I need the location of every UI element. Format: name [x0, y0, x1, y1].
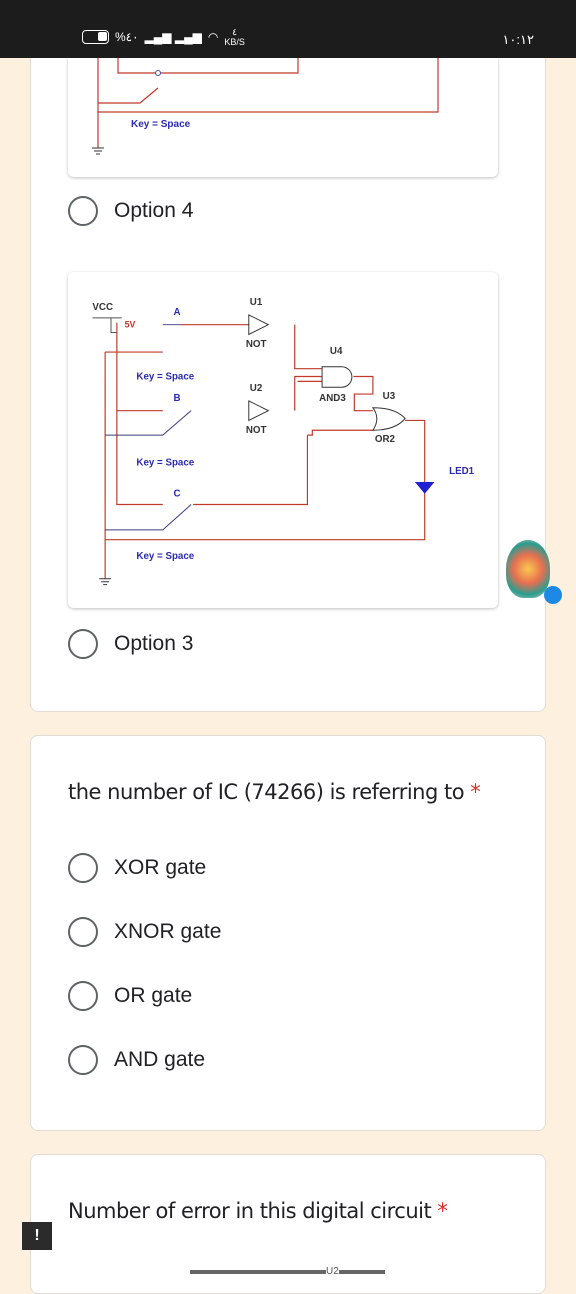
option-4[interactable]: Option 4 [68, 196, 193, 226]
not-label-2: NOT [246, 425, 267, 436]
u2-label: U2 [250, 383, 263, 394]
or2-label: OR2 [375, 434, 396, 445]
question-text: Number of error in this digital circuit [68, 1199, 432, 1223]
required-marker: * [437, 1199, 448, 1223]
wifi-icon: ◠ [207, 30, 219, 44]
led-label: LED1 [449, 466, 475, 477]
circuit-image-partial [190, 1270, 385, 1274]
u4-label: U4 [330, 346, 343, 357]
network-speed: ٤ KB/S [224, 27, 245, 47]
radio-button[interactable] [68, 853, 98, 883]
battery-percent: %٤٠ [115, 30, 139, 44]
radio-button[interactable] [68, 629, 98, 659]
vcc-label: VCC [92, 302, 113, 313]
question-title: Number of error in this digital circuit … [68, 1199, 448, 1223]
key-label-c: Key = Space [136, 551, 194, 562]
key-label-a: Key = Space [136, 371, 194, 382]
voltage-label: 5V [125, 320, 136, 330]
option-label: Option 4 [114, 199, 194, 222]
alert-icon[interactable]: ! [22, 1222, 52, 1250]
question-title: the number of IC (74266) is referring to… [68, 780, 481, 804]
circuit-image-option-3: VCC 5V A B C Key = Space Key = Space Key… [68, 272, 498, 608]
battery-icon [82, 30, 109, 44]
option-label: AND gate [114, 1048, 206, 1071]
option-xor[interactable]: XOR gate [68, 853, 206, 883]
radio-button[interactable] [68, 917, 98, 947]
radio-button[interactable] [68, 1045, 98, 1075]
speed-unit: KB/S [224, 37, 245, 47]
switch-c-label: C [174, 489, 181, 500]
option-3[interactable]: Option 3 [68, 629, 193, 659]
signal-icon: ▂▄▆ ▂▄▆ [144, 30, 202, 44]
speed-value: ٤ [232, 27, 237, 37]
u2-label: U2 [326, 1266, 339, 1277]
not-label-1: NOT [246, 339, 267, 350]
option-and[interactable]: AND gate [68, 1045, 205, 1075]
u1-label: U1 [250, 297, 263, 308]
status-bar: %٤٠ ▂▄▆ ▂▄▆ ◠ ٤ KB/S ١٠:١٢ [0, 0, 576, 58]
required-marker: * [470, 780, 481, 804]
key-label-b: Key = Space [136, 457, 194, 468]
question-text: the number of IC (74266) is referring to [68, 780, 465, 804]
option-or[interactable]: OR gate [68, 981, 192, 1011]
key-label: Key = Space [131, 119, 191, 130]
radio-button[interactable] [68, 981, 98, 1011]
switch-a-label: A [174, 307, 181, 318]
radio-button[interactable] [68, 196, 98, 226]
option-label: XNOR gate [114, 920, 222, 943]
clock: ١٠:١٢ [502, 32, 534, 47]
option-xnor[interactable]: XNOR gate [68, 917, 221, 947]
and3-label: AND3 [319, 393, 346, 404]
option-label: OR gate [114, 984, 193, 1007]
u3-label: U3 [383, 391, 396, 402]
option-label: Option 3 [114, 632, 194, 655]
switch-b-label: B [174, 393, 181, 404]
lightbulb-icon[interactable] [492, 540, 570, 610]
option-label: XOR gate [114, 856, 207, 879]
circuit-image-option-4: Key = Space [68, 58, 498, 177]
